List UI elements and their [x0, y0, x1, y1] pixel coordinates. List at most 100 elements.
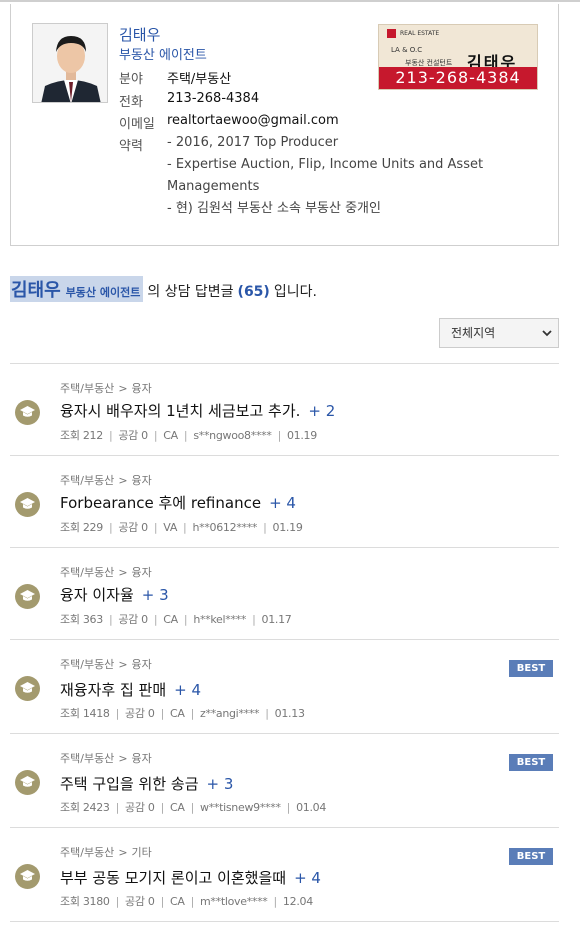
answer-count-badge: + 4 — [269, 494, 296, 512]
meta-divider: | — [153, 613, 158, 626]
like-count: 공감 0 — [125, 801, 155, 814]
meta-divider: | — [265, 707, 269, 720]
phone-label: 전화 — [119, 95, 143, 110]
email-label: 이메일 — [119, 117, 155, 132]
question-category: 주택/부동산 > 기타 — [60, 844, 152, 860]
list-item[interactable]: 주택/부동산 > 융자 주택 구입을 위한 송금 + 3 조회 2423 | 공감 0 | C… — [10, 733, 559, 827]
heading-suffix: 입니다. — [273, 284, 317, 300]
graduation-cap-icon — [15, 492, 40, 517]
career-line: Managements — [167, 179, 260, 194]
badge-brand: REAL ESTATE — [387, 29, 439, 38]
career-line: - Expertise Auction, Flip, Income Units … — [167, 157, 484, 172]
category-name: 주택/부동산 — [60, 846, 115, 859]
breadcrumb-separator: > — [118, 658, 128, 671]
question-category: 주택/부동산 > 융자 — [60, 472, 152, 488]
breadcrumb-separator: > — [118, 846, 128, 859]
question-meta: 조회 363 | 공감 0 | CA | h**kel**** | 01.17 — [60, 611, 292, 627]
question-title[interactable]: 재융자후 집 판매 — [60, 681, 166, 699]
view-count: 조회 212 — [60, 429, 103, 442]
question-title-row[interactable]: 융자 이자율 + 3 — [60, 584, 169, 605]
question-title-row[interactable]: 융자시 배우자의 1년치 세금보고 추가. + 2 — [60, 400, 335, 421]
heading-highlight: 김태우 부동산 에이전트 — [10, 276, 144, 302]
list-item[interactable]: 주택/부동산 > 융자 재융자후 집 판매 + 4 조회 1418 | 공감 0 | CA | z… — [10, 639, 559, 733]
subcategory-name: 융자 — [131, 566, 152, 579]
meta-divider: | — [286, 801, 291, 814]
answer-list: 주택/부동산 > 융자 융자시 배우자의 1년치 세금보고 추가. + 2 조회 21… — [10, 363, 559, 922]
question-user: s**ngwoo8**** — [193, 429, 272, 442]
question-title-row[interactable]: Forbearance 후에 refinance + 4 — [60, 492, 296, 513]
category-name: 주택/부동산 — [60, 382, 115, 395]
view-count: 조회 229 — [60, 521, 103, 534]
question-user: h**0612**** — [192, 521, 258, 534]
question-category: 주택/부동산 > 융자 — [60, 750, 152, 766]
meta-divider: | — [160, 801, 165, 814]
answer-count-badge: + 3 — [141, 586, 169, 604]
question-title[interactable]: 융자시 배우자의 1년치 세금보고 추가. — [60, 402, 300, 420]
email-value[interactable]: realtortaewoo@gmail.com — [167, 113, 497, 128]
category-name: 주택/부동산 — [60, 566, 115, 579]
question-title-row[interactable]: 주택 구입을 위한 송금 + 3 — [60, 773, 233, 794]
like-count: 공감 0 — [125, 707, 155, 720]
like-count: 공감 0 — [125, 895, 155, 908]
badge-phone: 213-268-4384 — [379, 67, 537, 89]
question-user: z**angi**** — [200, 707, 260, 720]
meta-divider: | — [252, 613, 256, 626]
like-count: 공감 0 — [118, 613, 148, 626]
meta-divider: | — [277, 429, 282, 442]
answer-count-badge: + 4 — [294, 869, 321, 887]
heading-agent-role: 부동산 에이전트 — [65, 286, 141, 299]
list-item[interactable]: 주택/부동산 > 기타 부부 공동 모기지 론이고 이혼했을때 + 4 조회 3180… — [10, 827, 559, 922]
answers-heading: 김태우 부동산 에이전트 의 상담 답변글 (65) 입니다. — [10, 276, 317, 302]
phone-value: 213-268-4384 — [167, 91, 260, 106]
field-label: 분야 — [119, 72, 143, 87]
meta-divider: | — [183, 613, 188, 626]
graduation-cap-icon — [15, 770, 40, 795]
agent-role: 부동산 에이전트 — [119, 48, 207, 63]
meta-divider: | — [263, 521, 267, 534]
subcategory-name: 융자 — [131, 474, 152, 487]
meta-divider: | — [153, 521, 158, 534]
career-value: - 2016, 2017 Top Producer - Expertise Au… — [167, 132, 497, 220]
list-item[interactable]: 주택/부동산 > 융자 융자시 배우자의 1년치 세금보고 추가. + 2 조회 21… — [10, 363, 559, 455]
breadcrumb-separator: > — [118, 566, 128, 579]
question-category: 주택/부동산 > 융자 — [60, 380, 152, 396]
question-title[interactable]: 융자 이자율 — [60, 586, 134, 604]
meta-divider: | — [183, 521, 187, 534]
meta-divider: | — [190, 707, 195, 720]
question-region: VA — [163, 521, 178, 534]
answer-count: (65) — [237, 284, 270, 300]
breadcrumb-separator: > — [118, 382, 128, 395]
career-line: - 2016, 2017 Top Producer — [167, 135, 339, 150]
question-title-row[interactable]: 재융자후 집 판매 + 4 — [60, 679, 201, 700]
meta-divider: | — [190, 801, 195, 814]
meta-divider: | — [115, 707, 120, 720]
question-date: 12.04 — [282, 895, 313, 908]
breadcrumb-separator: > — [118, 474, 128, 487]
question-meta: 조회 3180 | 공감 0 | CA | m**tlove**** | 12.04 — [60, 893, 313, 909]
list-item[interactable]: 주택/부동산 > 융자 Forbearance 후에 refinance + 4 조회… — [10, 455, 559, 547]
meta-divider: | — [153, 429, 158, 442]
question-title-row[interactable]: 부부 공동 모기지 론이고 이혼했을때 + 4 — [60, 867, 321, 888]
like-count: 공감 0 — [118, 429, 148, 442]
graduation-cap-icon — [15, 864, 40, 889]
region-select[interactable]: 전체지역 — [439, 318, 559, 348]
question-user: w**tisnew9**** — [200, 801, 281, 814]
question-title[interactable]: 부부 공동 모기지 론이고 이혼했을때 — [60, 869, 286, 887]
like-count: 공감 0 — [118, 521, 148, 534]
question-date: 01.13 — [274, 707, 305, 720]
list-item[interactable]: 주택/부동산 > 융자 융자 이자율 + 3 조회 363 | 공감 0 | CA | h**ke… — [10, 547, 559, 639]
graduation-cap-icon — [15, 584, 40, 609]
question-user: m**tlove**** — [200, 895, 268, 908]
graduation-cap-icon — [15, 400, 40, 425]
meta-divider: | — [190, 895, 195, 908]
question-title[interactable]: Forbearance 후에 refinance — [60, 494, 261, 512]
heading-agent-name: 김태우 — [11, 280, 61, 301]
meta-divider: | — [183, 429, 188, 442]
question-meta: 조회 1418 | 공감 0 | CA | z**angi**** | 01.13 — [60, 705, 305, 721]
question-region: CA — [170, 707, 185, 720]
badge-region: LA & O.C — [391, 46, 423, 54]
question-date: 01.17 — [261, 613, 292, 626]
question-title[interactable]: 주택 구입을 위한 송금 — [60, 775, 199, 793]
question-meta: 조회 212 | 공감 0 | CA | s**ngwoo8**** | 01.19 — [60, 427, 317, 443]
top-divider — [0, 0, 580, 2]
